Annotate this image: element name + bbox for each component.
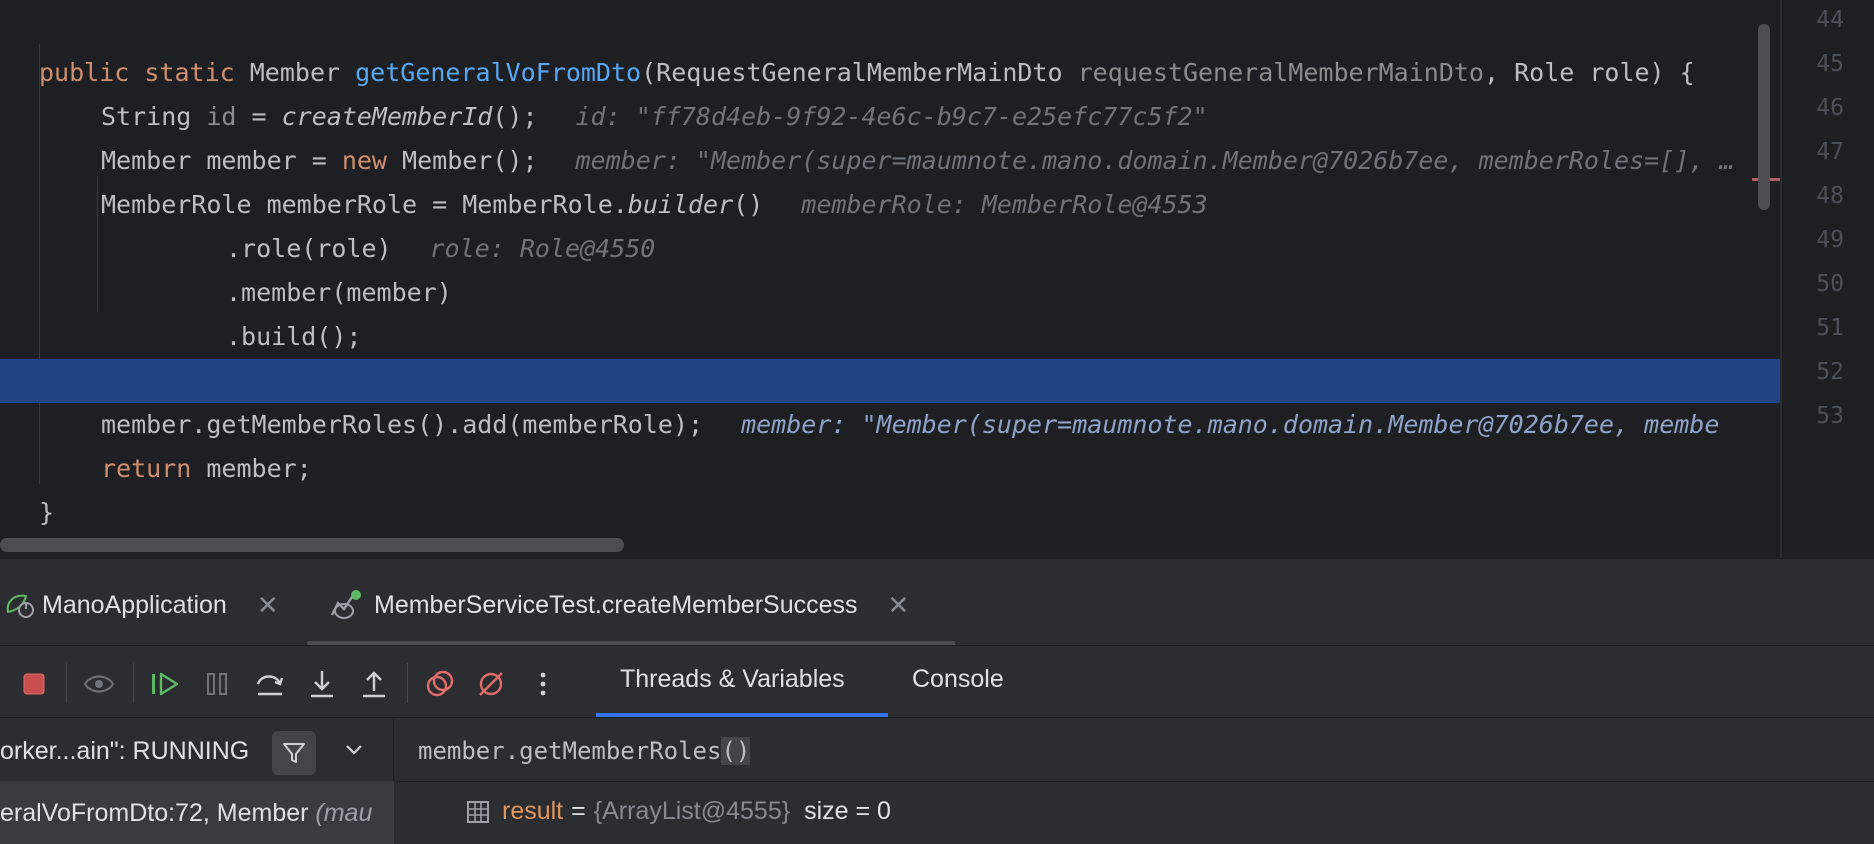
frames-panel: orker...ain": RUNNING eralVoFromDto:72, …	[0, 717, 394, 844]
divider	[396, 781, 1874, 782]
debug-session-tabs: ManoApplication ✕ MemberServiceTest.crea…	[0, 559, 1874, 646]
code-line-50[interactable]: .build();	[0, 271, 1780, 351]
tab-mano-application[interactable]: ManoApplication ✕	[4, 587, 279, 623]
toolbar-separator	[407, 663, 408, 703]
tab-threads-variables[interactable]: Threads & Variables	[620, 665, 845, 694]
vertical-scrollbar[interactable]	[1758, 24, 1770, 210]
line-number: 44	[1816, 7, 1844, 33]
code-line-47[interactable]: MemberRole memberRole = MemberRole.build…	[0, 139, 1780, 219]
line-number: 50	[1816, 271, 1844, 297]
line-number: 52	[1816, 359, 1844, 385]
view-breakpoints-red-icon[interactable]	[423, 667, 457, 701]
step-over-icon[interactable]	[253, 667, 287, 701]
pause-icon[interactable]	[200, 667, 234, 701]
stack-frame-row[interactable]: eralVoFromDto:72, Member (mau	[0, 781, 394, 844]
line-number-gutter[interactable]: 44 45 46 47 48 49 50 51 52 53	[1780, 0, 1874, 558]
stop-icon[interactable]	[17, 667, 51, 701]
view-breakpoints-icon[interactable]	[82, 667, 116, 701]
line-number: 45	[1816, 51, 1844, 77]
resume-icon[interactable]	[148, 667, 182, 701]
tab-console[interactable]: Console	[912, 665, 1004, 694]
spring-boot-icon	[4, 590, 38, 620]
close-icon[interactable]: ✕	[888, 590, 910, 621]
thread-selector[interactable]: orker...ain": RUNNING	[0, 737, 249, 766]
tab-member-service-test[interactable]: MemberServiceTest.createMemberSuccess ✕	[328, 587, 909, 623]
variable-name: result	[502, 797, 564, 825]
variables-panel: member.getMemberRoles() result = {ArrayL…	[396, 717, 1874, 844]
line-number: 47	[1816, 139, 1844, 165]
tab-label: ManoApplication	[42, 590, 227, 619]
code-line-53[interactable]: return member;	[0, 403, 1780, 483]
divider	[0, 645, 1874, 646]
variable-size: size = 0	[804, 797, 891, 825]
filter-icon[interactable]	[272, 731, 316, 775]
code-editor[interactable]: public static Member getGeneralVoFromDto…	[0, 0, 1780, 558]
line-number: 49	[1816, 227, 1844, 253]
array-icon	[466, 800, 490, 824]
tab-label: MemberServiceTest.createMemberSuccess	[374, 590, 858, 619]
code-line-44[interactable]: public static Member getGeneralVoFromDto…	[0, 7, 1780, 87]
stack-frame-label: eralVoFromDto:72, Member (mau	[0, 799, 373, 827]
line-number: 48	[1816, 183, 1844, 209]
horizontal-scrollbar[interactable]	[0, 538, 624, 552]
debug-tool-window: ManoApplication ✕ MemberServiceTest.crea…	[0, 558, 1874, 844]
variable-row[interactable]: result = {ArrayList@4555} size = 0	[466, 797, 891, 826]
current-execution-line[interactable]: member.getMemberRoles().add(memberRole);…	[0, 359, 1780, 439]
variable-equals: =	[571, 797, 586, 825]
chevron-down-icon[interactable]	[344, 739, 364, 764]
line-number: 46	[1816, 95, 1844, 121]
variable-type: {ArrayList@4555}	[593, 797, 791, 825]
toolbar-separator	[133, 663, 134, 703]
debug-toolbar: Threads & Variables Console	[0, 647, 1874, 717]
line-number: 51	[1816, 315, 1844, 341]
step-into-icon[interactable]	[305, 667, 339, 701]
code-line-54[interactable]: }	[0, 447, 1780, 527]
test-debug-icon	[328, 589, 366, 621]
toolbar-separator	[66, 663, 67, 703]
code-line-46[interactable]: Member member = new Member(); member: "Me…	[0, 95, 1780, 175]
line-number: 53	[1816, 403, 1844, 429]
step-out-icon[interactable]	[357, 667, 391, 701]
more-icon[interactable]	[526, 667, 560, 701]
mute-breakpoints-icon[interactable]	[474, 667, 508, 701]
code-line-49[interactable]: .member(member)	[0, 227, 1780, 307]
evaluate-expression-field[interactable]: member.getMemberRoles()	[418, 737, 751, 765]
code-line-45[interactable]: String id = createMemberId(); id: "ff78d4…	[0, 51, 1780, 131]
code-line-48[interactable]: .role(role) role: Role@4550	[0, 183, 1780, 263]
close-icon[interactable]: ✕	[257, 590, 279, 621]
